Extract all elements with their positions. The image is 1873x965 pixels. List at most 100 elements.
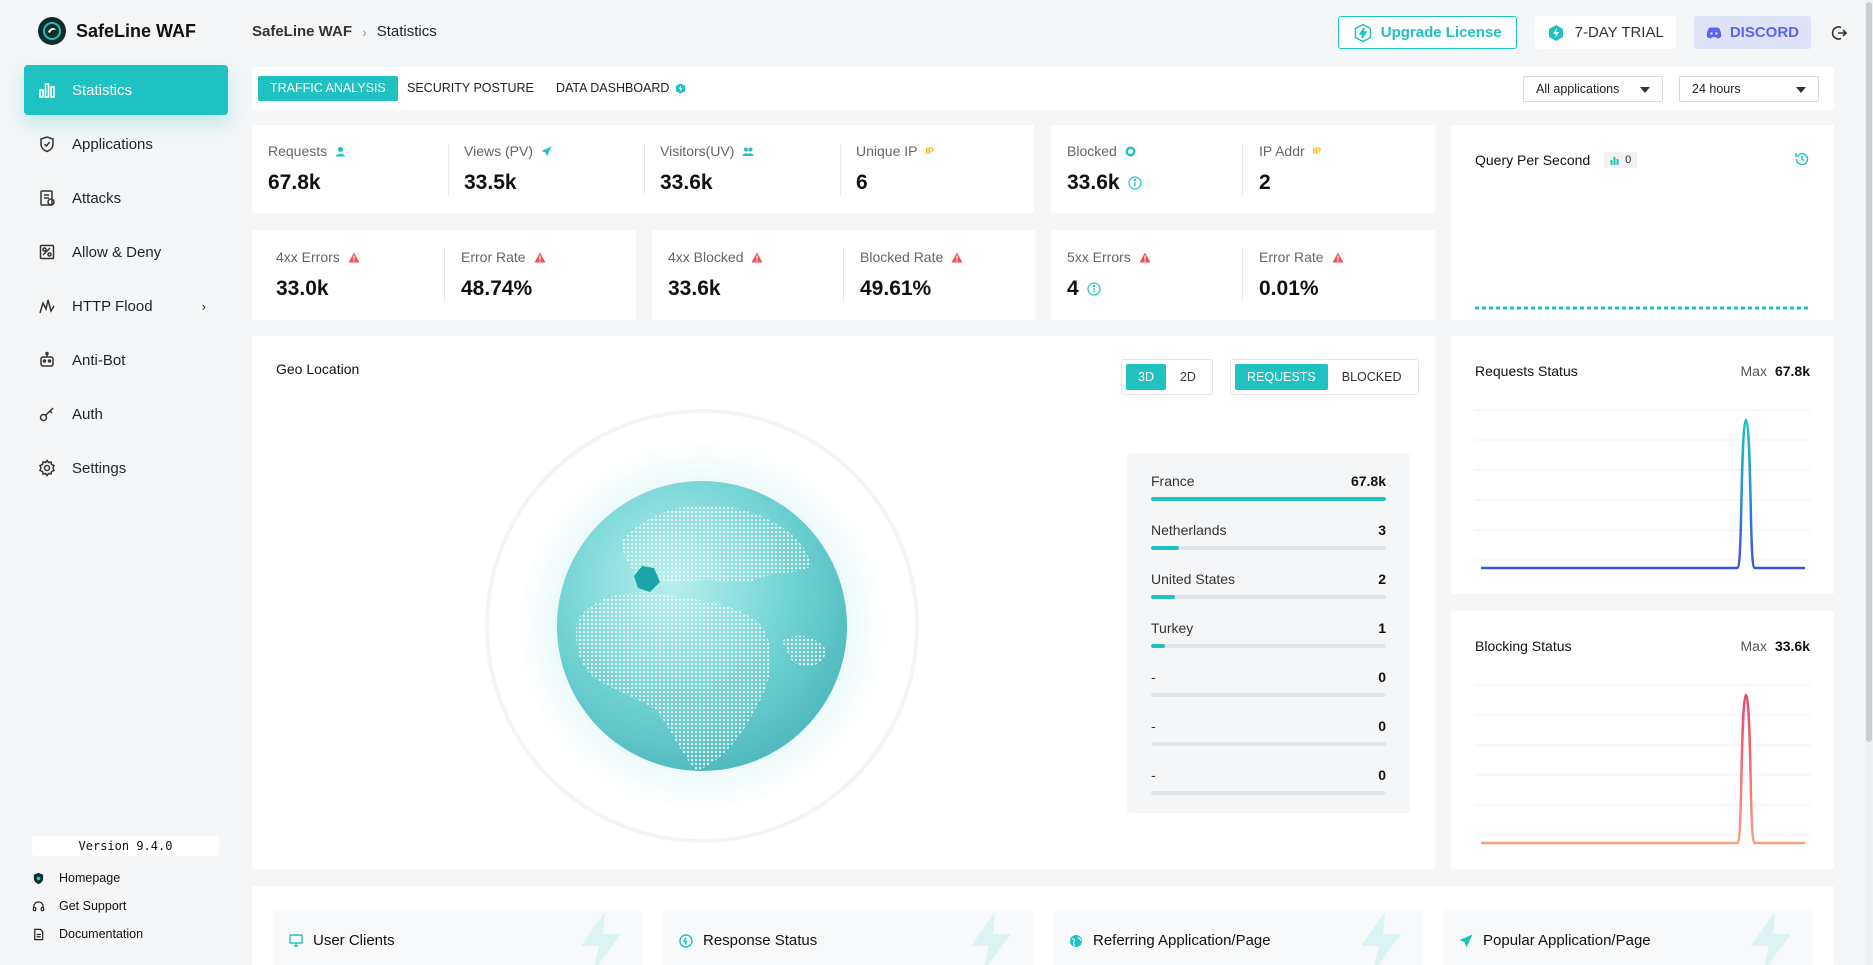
upgrade-license-button[interactable]: Upgrade License (1337, 16, 1517, 49)
support-link[interactable]: Get Support (32, 892, 143, 920)
requests-status-chart[interactable] (1475, 400, 1811, 576)
page-scrollbar[interactable] (1865, 0, 1873, 965)
documentation-link[interactable]: Documentation (32, 920, 143, 948)
key-icon (39, 407, 54, 422)
stat-label: 5xx Errors (1067, 249, 1131, 265)
breadcrumb-root[interactable]: SafeLine WAF (252, 23, 352, 40)
max-value: 33.6k (1774, 638, 1810, 654)
qps-title: Query Per Second (1475, 152, 1591, 168)
country-value: 0 (1378, 669, 1386, 685)
warning-icon (534, 252, 546, 262)
country-name: - (1151, 669, 1156, 685)
country-value: 0 (1378, 767, 1386, 783)
list-item[interactable]: United States 2 (1151, 567, 1386, 616)
stat-value: 33.6k (660, 171, 713, 194)
sidebar-item-attacks[interactable]: Attacks (24, 173, 228, 223)
user-clients-card[interactable]: User Clients (273, 910, 643, 965)
sidebar-item-applications[interactable]: Applications (24, 119, 228, 169)
sidebar-item-label: Settings (72, 459, 127, 477)
footer-links: Homepage Get Support Documentation (32, 864, 143, 948)
lightning-icon (1354, 23, 1371, 42)
referring-page-title: Referring Application/Page (1093, 932, 1271, 949)
list-item[interactable]: Turkey 1 (1151, 616, 1386, 665)
list-item[interactable]: Netherlands 3 (1151, 518, 1386, 567)
sidebar-item-allow-deny[interactable]: Allow & Deny (24, 227, 228, 277)
sidebar-item-settings[interactable]: Settings (24, 443, 228, 493)
info-icon[interactable] (1127, 176, 1142, 190)
popular-page-title: Popular Application/Page (1483, 932, 1651, 949)
stat-value: 33.6k (1067, 171, 1120, 194)
country-value: 1 (1378, 620, 1386, 636)
blocking-status-title: Blocking Status (1475, 638, 1572, 654)
geo-location-card: Geo Location 3D 2D REQUESTS BLOCKED Fran… (252, 336, 1435, 869)
list-item[interactable]: -0 (1151, 763, 1386, 812)
sidebar-item-label: Allow & Deny (72, 243, 162, 261)
trial-button[interactable]: 7-DAY TRIAL (1534, 16, 1676, 49)
geo-metric-toggle: REQUESTS BLOCKED (1230, 359, 1419, 395)
globe-icon (1070, 934, 1082, 947)
stat-label: IP Addr (1259, 143, 1305, 159)
blocking-status-chart[interactable] (1475, 675, 1811, 851)
caret-down-icon (1796, 87, 1806, 93)
history-icon[interactable] (1794, 151, 1810, 167)
application-select[interactable]: All applications (1523, 76, 1663, 102)
shield-icon (40, 136, 54, 153)
tab-traffic-analysis[interactable]: TRAFFIC ANALYSIS (258, 76, 398, 101)
warning-icon (348, 252, 360, 262)
stat-label: Blocked Rate (860, 249, 944, 265)
status-icon (679, 933, 693, 948)
warning-icon (1139, 252, 1151, 262)
info-icon[interactable] (1087, 282, 1101, 296)
flood-icon (39, 299, 55, 314)
stat-value: 33.0k (276, 277, 329, 300)
sidebar-item-statistics[interactable]: Statistics (24, 65, 228, 115)
list-item[interactable]: France 67.8k (1151, 469, 1386, 518)
stat-label: Error Rate (461, 249, 526, 265)
divider (644, 143, 645, 195)
list-item[interactable]: -0 (1151, 665, 1386, 714)
max-label: Max (1740, 363, 1767, 379)
bar-chart-icon (1610, 156, 1619, 165)
time-range-select[interactable]: 24 hours (1679, 76, 1819, 102)
stat-value: 48.74% (461, 277, 533, 300)
homepage-link[interactable]: Homepage (32, 864, 143, 892)
view-2d-toggle[interactable]: 2D (1168, 364, 1208, 390)
brand[interactable]: SafeLine WAF (38, 17, 196, 45)
globe-visual[interactable] (482, 406, 922, 846)
response-status-card[interactable]: Response Status (663, 910, 1033, 965)
country-bar (1151, 595, 1386, 599)
stat-value: 2 (1259, 171, 1271, 194)
stat-4xx-blocked: 4xx Blocked 33.6k (668, 249, 763, 301)
metric-requests-toggle[interactable]: REQUESTS (1235, 364, 1328, 390)
sidebar-item-anti-bot[interactable]: Anti-Bot (24, 335, 228, 385)
scrollbar-thumb[interactable] (1866, 2, 1872, 742)
country-value: 3 (1378, 522, 1386, 538)
sidebar-item-label: Attacks (72, 189, 122, 207)
logout-icon[interactable] (1829, 23, 1849, 43)
discord-label: DISCORD (1729, 24, 1799, 41)
list-item[interactable]: -0 (1151, 714, 1386, 763)
tab-data-dashboard[interactable]: DATA DASHBOARD (544, 76, 698, 101)
application-select-value: All applications (1536, 82, 1620, 96)
country-bar (1151, 742, 1386, 746)
metric-blocked-toggle[interactable]: BLOCKED (1330, 364, 1414, 390)
country-bar (1151, 791, 1386, 795)
tab-data-dashboard-label: DATA DASHBOARD (556, 81, 670, 95)
document-icon (34, 928, 44, 940)
sidebar-item-auth[interactable]: Auth (24, 389, 228, 439)
lightning-watermark-icon (1361, 912, 1401, 965)
country-name: Turkey (1151, 620, 1194, 636)
requests-status-title: Requests Status (1475, 363, 1578, 379)
sidebar-item-http-flood[interactable]: HTTP Flood › (24, 281, 228, 331)
stat-blocked-rate: Blocked Rate 49.61% (860, 249, 963, 301)
stat-4xx-errors: 4xx Errors 33.0k (276, 249, 360, 301)
qps-line (1475, 306, 1811, 310)
referring-page-card[interactable]: Referring Application/Page (1053, 910, 1423, 965)
stat-value: 33.6k (668, 277, 721, 300)
popular-page-card[interactable]: Popular Application/Page (1443, 910, 1813, 965)
tab-security-posture[interactable]: SECURITY POSTURE (395, 76, 546, 101)
warning-icon (751, 252, 763, 262)
discord-button[interactable]: DISCORD (1693, 16, 1811, 49)
view-3d-toggle[interactable]: 3D (1126, 364, 1166, 390)
stat-value: 6 (856, 171, 868, 194)
